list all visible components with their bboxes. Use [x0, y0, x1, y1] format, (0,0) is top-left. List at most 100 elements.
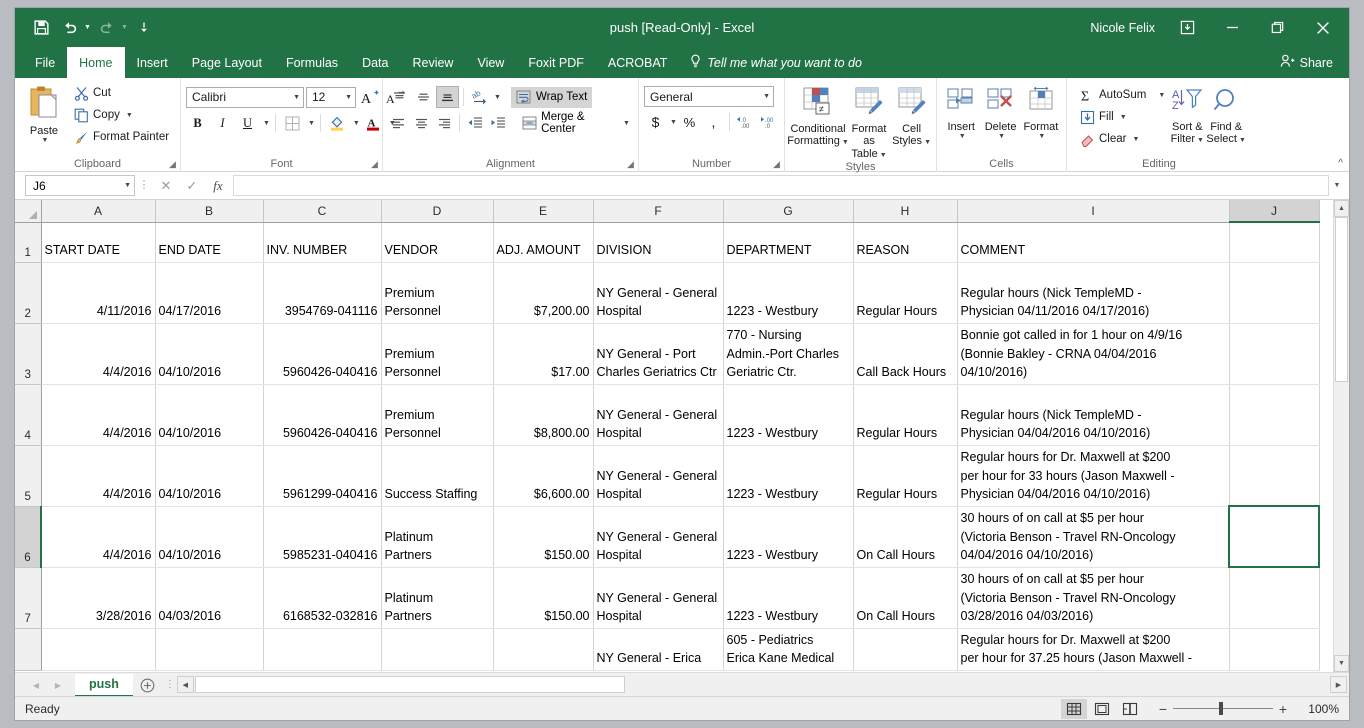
increase-font-size-button[interactable]: A — [358, 86, 381, 108]
cell-A8[interactable] — [41, 628, 156, 671]
cell-H1[interactable]: REASON — [853, 222, 958, 263]
cell-E2[interactable]: $7,200.00 — [493, 262, 594, 324]
sort-and-filter-button[interactable]: AZ Sort & Filter ▼ — [1168, 84, 1206, 146]
merge-and-center-button[interactable]: Merge & Center ▼ — [519, 111, 633, 135]
wrap-text-button[interactable]: Wrap Text — [510, 86, 593, 108]
fill-button[interactable]: Fill ▼ — [1076, 106, 1168, 128]
comma-style-button[interactable]: , — [702, 111, 725, 133]
cell-B5[interactable]: 04/10/2016 — [155, 445, 264, 507]
column-header-C[interactable]: C — [263, 200, 382, 223]
cell-I6[interactable]: 30 hours of on call at $5 per hour (Victo… — [957, 506, 1230, 568]
cell-F7[interactable]: NY General - General Hospital — [593, 567, 724, 629]
cell-C8[interactable] — [263, 628, 382, 671]
cell-J4[interactable] — [1229, 384, 1320, 446]
cell-styles-caret[interactable]: ▼ — [924, 139, 931, 146]
row-header-1[interactable]: 1 — [15, 222, 42, 263]
cell-J1[interactable] — [1229, 222, 1320, 263]
tab-review[interactable]: Review — [400, 47, 465, 78]
cell-C6[interactable]: 5985231-040416 — [263, 506, 382, 568]
cell-B6[interactable]: 04/10/2016 — [155, 506, 264, 568]
cancel-formula-button[interactable]: ✕ — [153, 175, 179, 197]
insert-function-button[interactable]: fx — [205, 175, 231, 197]
font-name-combo[interactable]: Calibri ▼ — [186, 86, 304, 108]
orientation-caret[interactable]: ▼ — [494, 94, 501, 101]
bold-button[interactable]: B — [186, 112, 209, 134]
copy-dropdown-caret[interactable]: ▼ — [126, 112, 133, 119]
format-as-table-button[interactable]: Format as Table ▼ — [846, 84, 892, 161]
share-button[interactable]: Share — [1270, 47, 1349, 78]
save-icon[interactable] — [28, 15, 54, 41]
minimize-button[interactable] — [1210, 13, 1255, 43]
cell-E5[interactable]: $6,600.00 — [493, 445, 594, 507]
cell-H3[interactable]: Call Back Hours — [853, 323, 958, 385]
cell-A1[interactable]: START DATE — [41, 222, 156, 263]
tab-insert[interactable]: Insert — [125, 47, 180, 78]
zoom-track[interactable] — [1173, 702, 1273, 715]
align-right-button[interactable] — [433, 112, 455, 134]
expand-formula-bar-button[interactable]: ▼ — [1329, 175, 1345, 196]
row-header-2[interactable]: 2 — [15, 262, 42, 324]
scroll-left-button[interactable]: ◀ — [176, 676, 194, 693]
number-dialog-launcher[interactable]: ◢ — [771, 159, 782, 170]
borders-dropdown-caret[interactable]: ▼ — [308, 120, 315, 127]
cell-H8[interactable] — [853, 628, 958, 671]
column-header-F[interactable]: F — [593, 200, 724, 223]
tab-view[interactable]: View — [465, 47, 516, 78]
cell-C4[interactable]: 5960426-040416 — [263, 384, 382, 446]
cell-I7[interactable]: 30 hours of on call at $5 per hour (Victo… — [957, 567, 1230, 629]
autosum-button[interactable]: Σ AutoSum ▼ — [1076, 84, 1168, 106]
normal-view-button[interactable] — [1061, 698, 1087, 719]
align-center-button[interactable] — [411, 112, 433, 134]
cell-F5[interactable]: NY General - General Hospital — [593, 445, 724, 507]
format-cells-caret[interactable]: ▼ — [1038, 133, 1045, 141]
cell-styles-button[interactable]: Cell Styles ▼ — [892, 84, 931, 148]
cell-B1[interactable]: END DATE — [155, 222, 264, 263]
increase-decimal-button[interactable]: .0.00 — [734, 111, 757, 133]
number-format-caret[interactable]: ▼ — [763, 93, 770, 100]
cell-B3[interactable]: 04/10/2016 — [155, 323, 264, 385]
collapse-ribbon-icon[interactable]: ^ — [1338, 158, 1343, 169]
clear-button[interactable]: Clear ▼ — [1076, 128, 1168, 150]
accounting-format-button[interactable]: $ — [644, 111, 667, 133]
cell-H7[interactable]: On Call Hours — [853, 567, 958, 629]
previous-sheet-button[interactable]: ◀ — [25, 675, 47, 697]
insert-cells-caret[interactable]: ▼ — [959, 133, 966, 141]
row-header-8[interactable] — [15, 628, 42, 671]
zoom-thumb[interactable] — [1219, 702, 1223, 715]
font-size-combo[interactable]: 12 ▼ — [306, 86, 356, 108]
number-format-combo[interactable]: General ▼ — [644, 86, 774, 107]
row-header-7[interactable]: 7 — [15, 567, 42, 629]
underline-button[interactable]: U — [236, 112, 259, 134]
column-header-G[interactable]: G — [723, 200, 854, 223]
page-break-preview-button[interactable] — [1117, 699, 1143, 719]
horizontal-scroll-thumb[interactable] — [194, 676, 625, 693]
column-header-J[interactable]: J — [1229, 200, 1320, 223]
align-top-button[interactable] — [388, 86, 411, 108]
scroll-right-button[interactable]: ▶ — [1330, 676, 1347, 693]
column-header-E[interactable]: E — [493, 200, 594, 223]
cell-A7[interactable]: 3/28/2016 — [41, 567, 156, 629]
tab-home[interactable]: Home — [67, 47, 125, 78]
cell-F6[interactable]: NY General - General Hospital — [593, 506, 724, 568]
paste-dropdown-caret[interactable]: ▼ — [42, 137, 49, 145]
cell-F4[interactable]: NY General - General Hospital — [593, 384, 724, 446]
column-header-A[interactable]: A — [41, 200, 156, 223]
copy-button[interactable]: Copy ▼ — [70, 104, 172, 126]
column-header-B[interactable]: B — [155, 200, 264, 223]
next-sheet-button[interactable]: ▶ — [47, 675, 69, 697]
scroll-up-button[interactable]: ▲ — [1334, 200, 1349, 217]
cell-I3[interactable]: Bonnie got called in for 1 hour on 4/9/1… — [957, 323, 1230, 385]
tell-me-box[interactable]: Tell me what you want to do — [679, 47, 872, 78]
vertical-scrollbar[interactable]: ▲ ▼ — [1333, 200, 1349, 672]
account-name[interactable]: Nicole Felix — [1090, 21, 1155, 35]
vertical-scroll-track[interactable] — [1334, 217, 1349, 655]
cell-D4[interactable]: Premium Personnel — [381, 384, 494, 446]
cell-E3[interactable]: $17.00 — [493, 323, 594, 385]
cell-J3[interactable] — [1229, 323, 1320, 385]
name-box-caret[interactable]: ▼ — [124, 182, 131, 189]
fill-caret[interactable]: ▼ — [1120, 114, 1127, 121]
tab-formulas[interactable]: Formulas — [274, 47, 350, 78]
row-header-5[interactable]: 5 — [15, 445, 42, 507]
orientation-button[interactable]: ab — [468, 86, 491, 108]
find-and-select-button[interactable]: Find & Select ▼ — [1206, 84, 1246, 146]
